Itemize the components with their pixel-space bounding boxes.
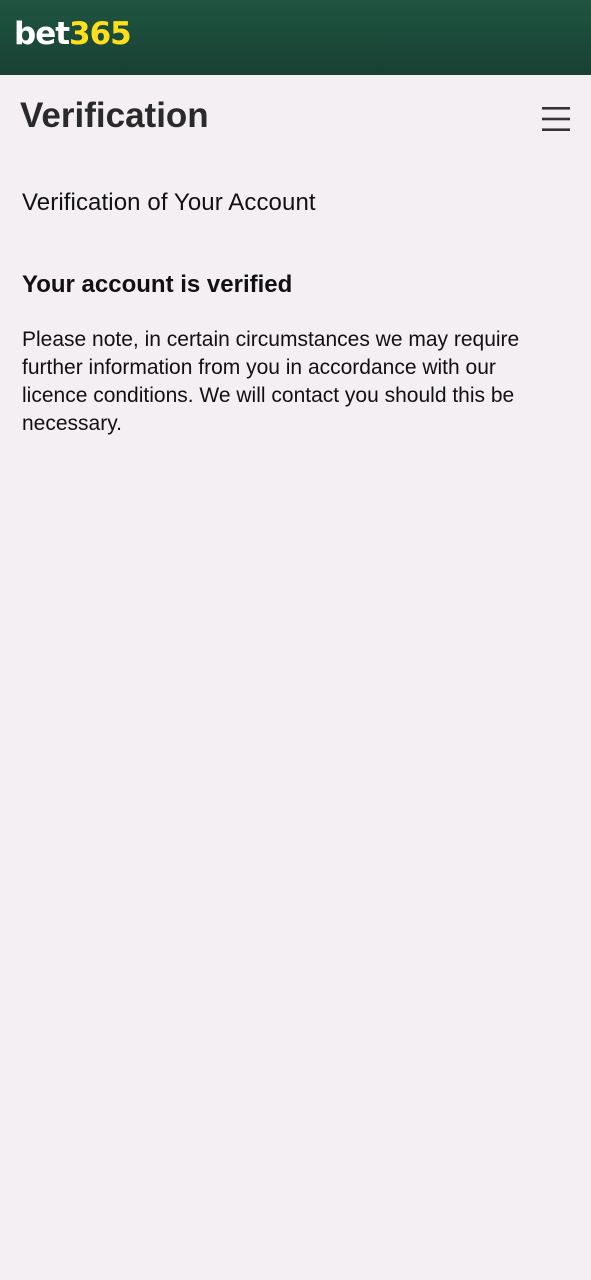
logo-365-text: 365 xyxy=(69,16,132,52)
verification-status-heading: Your account is verified xyxy=(22,271,293,298)
app-bar: bet365 xyxy=(0,0,591,75)
verification-note: Please note, in certain circumstances we… xyxy=(22,328,520,435)
menu-button[interactable] xyxy=(541,105,571,133)
logo-bet-text: bet xyxy=(14,16,70,52)
section-title: Verification of Your Account xyxy=(22,189,316,216)
page-title: Verification xyxy=(20,96,209,135)
verification-content: Verification of Your Account Your accoun… xyxy=(22,185,567,438)
bet365-logo[interactable]: bet365 xyxy=(14,14,132,54)
hamburger-menu-icon xyxy=(542,107,570,131)
page-header: Verification xyxy=(0,75,591,160)
